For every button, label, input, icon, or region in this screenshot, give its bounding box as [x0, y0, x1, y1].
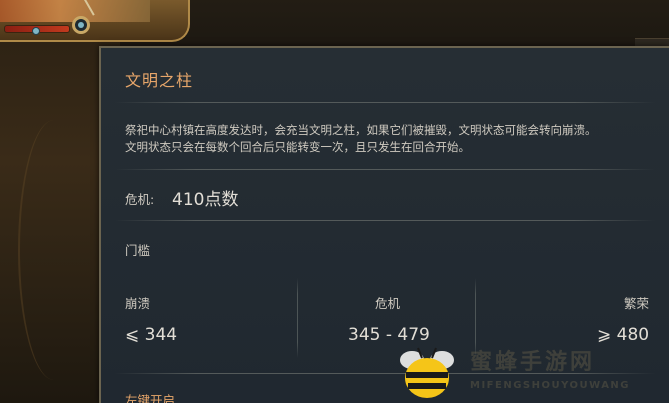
threshold-prosper-label: 繁荣: [624, 296, 650, 311]
watermark: 蜜蜂手游网 MIFENGSHOUYOUWANG: [392, 340, 669, 403]
threshold-crisis-label: 危机: [375, 296, 401, 311]
watermark-text: 蜜蜂手游网: [470, 350, 596, 375]
gem-icon: [32, 27, 40, 35]
crisis-divider: [115, 220, 655, 221]
crisis-label: 危机:: [125, 192, 155, 207]
crisis-value: 410点数: [172, 190, 239, 210]
threshold-collapse-value: ⩽ 344: [125, 325, 178, 345]
description-line-2: 文明状态只会在每数个回合后只能转变一次，且只发生在回合开始。: [125, 140, 470, 154]
threshold-label: 门槛: [125, 243, 151, 258]
left-click-open-hint[interactable]: 左键开启: [125, 390, 175, 403]
panel-description: 祭祀中心村镇在高度发达时，会充当文明之柱，如果它们被摧毁，文明状态可能会转向崩溃…: [125, 122, 655, 156]
threshold-collapse-label: 崩溃: [125, 296, 151, 311]
watermark-subtext: MIFENGSHOUYOUWANG: [470, 380, 631, 391]
bee-logo-icon: [400, 347, 454, 398]
panel-title: 文明之柱: [125, 71, 194, 90]
description-line-1: 祭祀中心村镇在高度发达时，会充当文明之柱，如果它们被摧毁，文明状态可能会转向崩溃…: [125, 123, 597, 137]
title-divider: [115, 102, 655, 103]
description-divider: [115, 169, 655, 170]
top-left-hud[interactable]: [0, 0, 190, 42]
ring-button-icon[interactable]: [72, 16, 90, 34]
column-separator: [297, 278, 298, 358]
